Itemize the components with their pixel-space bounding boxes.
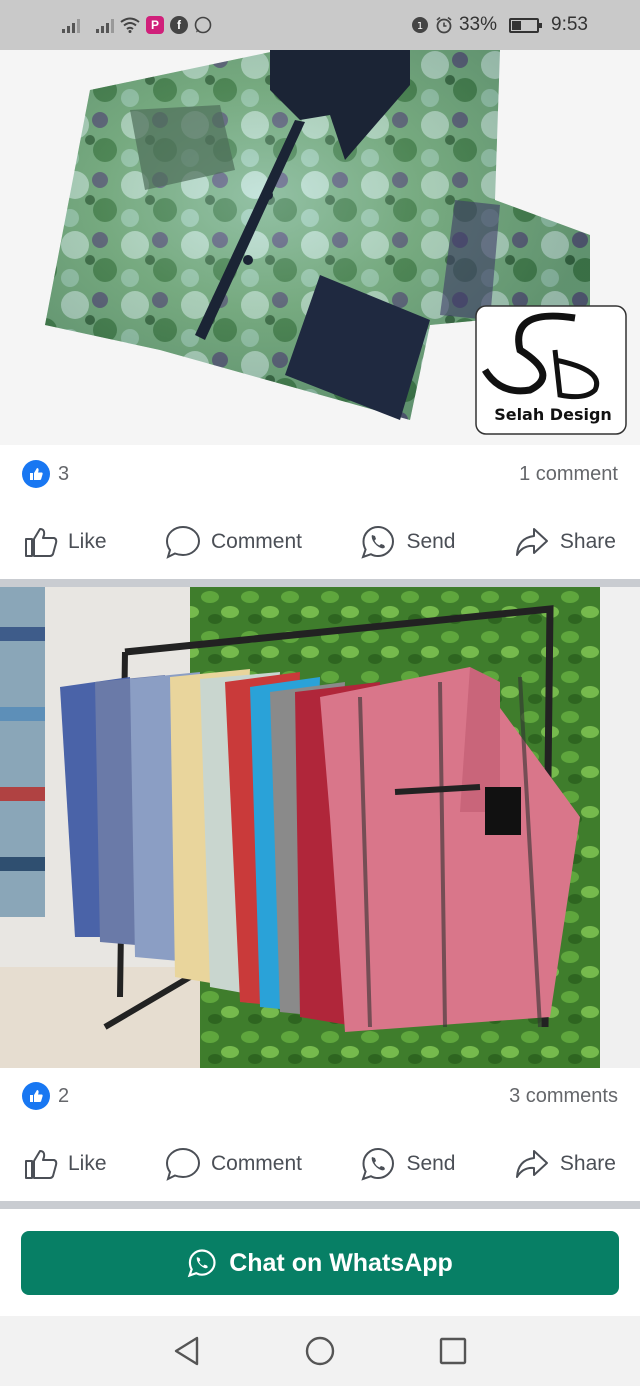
share-label: Share (559, 530, 616, 553)
logo-text: Selah Design (494, 405, 612, 424)
battery-icon (509, 17, 543, 33)
like-reaction-icon (22, 1082, 50, 1110)
status-right: 1 33% 9:53 (411, 14, 588, 36)
post-image-shirt[interactable]: Selah Design (0, 50, 640, 445)
post-1-reactions: 3 1 comment (0, 446, 640, 502)
post-1-actions: Like Comment Send Share (0, 511, 640, 573)
battery-percent: 33% (458, 14, 498, 35)
share-button[interactable]: Share (514, 1148, 616, 1180)
thumbs-up-icon (25, 1150, 58, 1179)
data-icon: 1 (411, 17, 428, 33)
post-divider (0, 1201, 640, 1209)
whatsapp-icon (187, 1249, 216, 1278)
alarm-icon (436, 16, 452, 34)
reaction-count: 3 (58, 462, 70, 485)
post-image-clothing-rack[interactable] (0, 587, 640, 1068)
comment-label: Comment (210, 530, 302, 553)
comment-count-link[interactable]: 1 comment (519, 463, 618, 486)
comment-icon (165, 525, 200, 559)
facebook-icon: f (170, 16, 188, 34)
status-bar: P f 1 33% 9:53 (0, 0, 640, 50)
clothing-rack-image (0, 587, 640, 1068)
back-icon[interactable] (172, 1335, 202, 1367)
like-label: Like (68, 1152, 107, 1175)
post-2-actions: Like Comment Send Share (0, 1133, 640, 1195)
signal-icon (96, 17, 114, 33)
like-button[interactable]: Like (24, 1148, 107, 1180)
whatsapp-send-icon (361, 1147, 395, 1181)
clock: 9:53 (551, 14, 588, 35)
shirt-image: Selah Design (0, 50, 640, 445)
comment-button[interactable]: Comment (165, 1147, 302, 1181)
like-button[interactable]: Like (24, 526, 107, 558)
send-button[interactable]: Send (360, 1146, 455, 1182)
status-left: P f (62, 16, 212, 34)
post-divider (0, 579, 640, 587)
comment-label: Comment (210, 1152, 302, 1175)
reaction-count: 2 (58, 1084, 70, 1107)
send-label: Send (406, 1152, 456, 1175)
reaction-summary[interactable]: 3 (22, 460, 69, 488)
recents-icon[interactable] (438, 1336, 468, 1366)
share-button[interactable]: Share (514, 526, 616, 558)
like-reaction-icon (22, 460, 50, 488)
system-nav-bar (0, 1316, 640, 1386)
comment-icon (165, 1147, 200, 1181)
whatsapp-icon (194, 16, 212, 34)
comment-button[interactable]: Comment (165, 525, 302, 559)
thumbs-up-icon (25, 528, 58, 557)
whatsapp-send-icon (361, 525, 395, 559)
wifi-icon (120, 17, 140, 33)
chat-on-whatsapp-label: Chat on WhatsApp (229, 1248, 453, 1277)
post-2-reactions: 2 3 comments (0, 1068, 640, 1124)
svg-text:1: 1 (417, 21, 423, 32)
home-icon[interactable] (304, 1335, 336, 1367)
send-label: Send (406, 530, 456, 553)
share-label: Share (559, 1152, 616, 1175)
share-icon (515, 1150, 548, 1178)
reaction-summary[interactable]: 2 (22, 1082, 69, 1110)
send-button[interactable]: Send (360, 524, 455, 560)
p-app-icon: P (146, 16, 164, 34)
signal-icon (62, 17, 80, 33)
like-label: Like (68, 530, 107, 553)
share-icon (515, 528, 548, 556)
chat-on-whatsapp-button[interactable]: Chat on WhatsApp (21, 1231, 619, 1295)
comment-count-link[interactable]: 3 comments (509, 1085, 618, 1108)
